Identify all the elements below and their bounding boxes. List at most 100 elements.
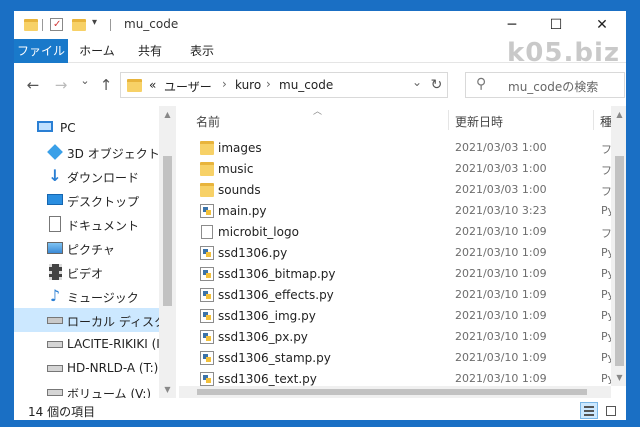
scroll-down-icon[interactable]: ▼	[159, 381, 176, 398]
tab-home[interactable]: ホーム	[72, 39, 122, 63]
forward-button[interactable]: →	[51, 75, 71, 95]
column-divider[interactable]	[593, 110, 594, 130]
python-file-icon	[200, 288, 214, 302]
file-name: ssd1306_bitmap.py	[218, 267, 336, 281]
properties-icon[interactable]: ✓	[50, 18, 63, 31]
breadcrumb-kuro[interactable]: kuro	[235, 78, 261, 92]
close-button[interactable]: ✕	[580, 11, 624, 39]
back-button[interactable]: ←	[23, 75, 43, 95]
status-bar: 14 個の項目	[14, 400, 626, 420]
tab-file[interactable]: ファイル	[14, 39, 68, 63]
download-icon: ↓	[48, 166, 62, 185]
scroll-down-icon[interactable]: ▼	[611, 369, 626, 386]
recent-locations-button[interactable]: ⌄	[75, 71, 95, 91]
scroll-up-icon[interactable]: ▲	[159, 106, 176, 123]
large-icons-view-button[interactable]	[602, 402, 620, 419]
file-row-music[interactable]: music 2021/03/03 1:00 フ	[179, 159, 611, 180]
file-date: 2021/03/10 1:09	[455, 288, 547, 301]
python-file-icon	[200, 330, 214, 344]
file-type: Py	[601, 351, 611, 364]
scrollbar-thumb[interactable]	[197, 389, 587, 395]
3d-objects-icon	[47, 144, 63, 160]
file-row-ssd1306-stamp[interactable]: ssd1306_stamp.py 2021/03/10 1:09 Py	[179, 348, 611, 369]
file-row-ssd1306[interactable]: ssd1306.py 2021/03/10 1:09 Py	[179, 243, 611, 264]
sidebar-item-label: デスクトップ	[67, 195, 140, 209]
breadcrumb-mu-code[interactable]: mu_code	[279, 78, 333, 92]
file-row-ssd1306-effects[interactable]: ssd1306_effects.py 2021/03/10 1:09 Py	[179, 285, 611, 306]
scrollbar-thumb[interactable]	[615, 156, 624, 366]
new-folder-icon[interactable]	[72, 19, 86, 31]
file-date: 2021/03/03 1:00	[455, 162, 547, 175]
file-name: main.py	[218, 204, 267, 218]
file-row-sounds[interactable]: sounds 2021/03/03 1:00 フ	[179, 180, 611, 201]
file-type: フ	[601, 143, 611, 156]
minimize-button[interactable]: ─	[490, 11, 534, 39]
drive-icon	[47, 341, 63, 348]
sidebar-item-local-disk[interactable]: ローカル ディスク (C:	[14, 308, 172, 332]
address-dropdown-icon[interactable]: ⌄	[412, 75, 422, 89]
file-list-vertical-scrollbar[interactable]: ▲ ▼	[611, 106, 626, 386]
file-row-main-py[interactable]: main.py 2021/03/10 3:23 Py	[179, 201, 611, 222]
file-date: 2021/03/03 1:00	[455, 141, 547, 154]
file-list-horizontal-scrollbar[interactable]	[179, 386, 611, 398]
column-divider[interactable]	[448, 110, 449, 130]
details-view-button[interactable]	[580, 402, 598, 419]
python-file-icon	[200, 351, 214, 365]
search-box[interactable]: ⚲ mu_codeの検索	[465, 72, 625, 98]
local-disk-icon	[47, 317, 63, 324]
refresh-button[interactable]: ↻	[426, 72, 448, 98]
file-row-ssd1306-text[interactable]: ssd1306_text.py 2021/03/10 1:09 Py	[179, 369, 611, 386]
customize-quick-access-icon[interactable]: ▾	[92, 17, 97, 33]
pictures-icon	[47, 242, 63, 254]
file-row-ssd1306-px[interactable]: ssd1306_px.py 2021/03/10 1:09 Py	[179, 327, 611, 348]
tab-share[interactable]: 共有	[126, 39, 174, 63]
sidebar-item-pictures[interactable]: ピクチャ	[14, 236, 159, 260]
file-name: ssd1306_px.py	[218, 330, 308, 344]
sidebar-item-pc[interactable]: PC	[14, 116, 159, 140]
sidebar-item-desktop[interactable]: デスクトップ	[14, 188, 159, 212]
folder-icon	[24, 19, 38, 31]
python-file-icon	[200, 309, 214, 323]
file-row-images[interactable]: images 2021/03/03 1:00 フ	[179, 138, 611, 159]
drive-icon	[47, 365, 63, 372]
chevron-right-icon[interactable]: ›	[222, 77, 227, 91]
sidebar-item-label: ボリューム (V:)	[67, 387, 152, 398]
sort-ascending-icon: ︿	[313, 107, 323, 117]
python-file-icon	[200, 267, 214, 281]
file-row-ssd1306-img[interactable]: ssd1306_img.py 2021/03/10 1:09 Py	[179, 306, 611, 327]
search-input[interactable]: mu_codeの検索	[508, 78, 598, 95]
column-header-name[interactable]: 名前	[196, 113, 220, 130]
chevron-right-icon[interactable]: ›	[266, 77, 271, 91]
search-icon: ⚲	[476, 76, 487, 92]
sidebar-item-documents[interactable]: ドキュメント	[14, 212, 159, 236]
file-name: sounds	[218, 183, 261, 197]
address-bar[interactable]: « ユーザー › kuro › mu_code ⌄	[120, 72, 448, 98]
file-type: フ	[601, 227, 611, 240]
sidebar-item-hd-nrld-a[interactable]: HD-NRLD-A (T:)	[14, 356, 159, 380]
breadcrumb-users[interactable]: ユーザー	[164, 78, 212, 95]
column-header-type[interactable]: 種	[600, 113, 611, 130]
sidebar-scrollbar[interactable]: ▲ ▼	[159, 106, 176, 398]
up-button[interactable]: ↑	[96, 75, 116, 95]
column-header-date[interactable]: 更新日時	[455, 113, 503, 130]
sidebar-item-videos[interactable]: ビデオ	[14, 260, 159, 284]
tab-view[interactable]: 表示	[178, 39, 226, 63]
sidebar-item-music[interactable]: ♪ ミュージック	[14, 284, 159, 308]
scroll-up-icon[interactable]: ▲	[611, 106, 626, 123]
scrollbar-thumb[interactable]	[163, 156, 172, 306]
sidebar-item-volume[interactable]: ボリューム (V:)	[14, 380, 159, 398]
file-type: フ	[601, 185, 611, 198]
sidebar-item-label: ピクチャ	[67, 243, 115, 257]
maximize-button[interactable]: ☐	[534, 11, 578, 39]
breadcrumb-overflow[interactable]: «	[149, 78, 156, 92]
sidebar-item-downloads[interactable]: ↓ ダウンロード	[14, 164, 159, 188]
sidebar-item-3d-objects[interactable]: 3D オブジェクト	[14, 140, 160, 164]
watermark: k05.biz	[506, 38, 620, 68]
file-row-microbit-logo[interactable]: microbit_logo 2021/03/10 1:09 フ	[179, 222, 611, 243]
large-icons-view-icon	[606, 406, 616, 416]
file-row-ssd1306-bitmap[interactable]: ssd1306_bitmap.py 2021/03/10 1:09 Py	[179, 264, 611, 285]
sidebar-item-label: LACITE-RIKIKI (I:)	[67, 337, 169, 351]
documents-icon	[49, 216, 61, 232]
sidebar-item-lacite-rikiki[interactable]: LACITE-RIKIKI (I:)	[14, 332, 169, 356]
file-name: ssd1306_stamp.py	[218, 351, 331, 365]
